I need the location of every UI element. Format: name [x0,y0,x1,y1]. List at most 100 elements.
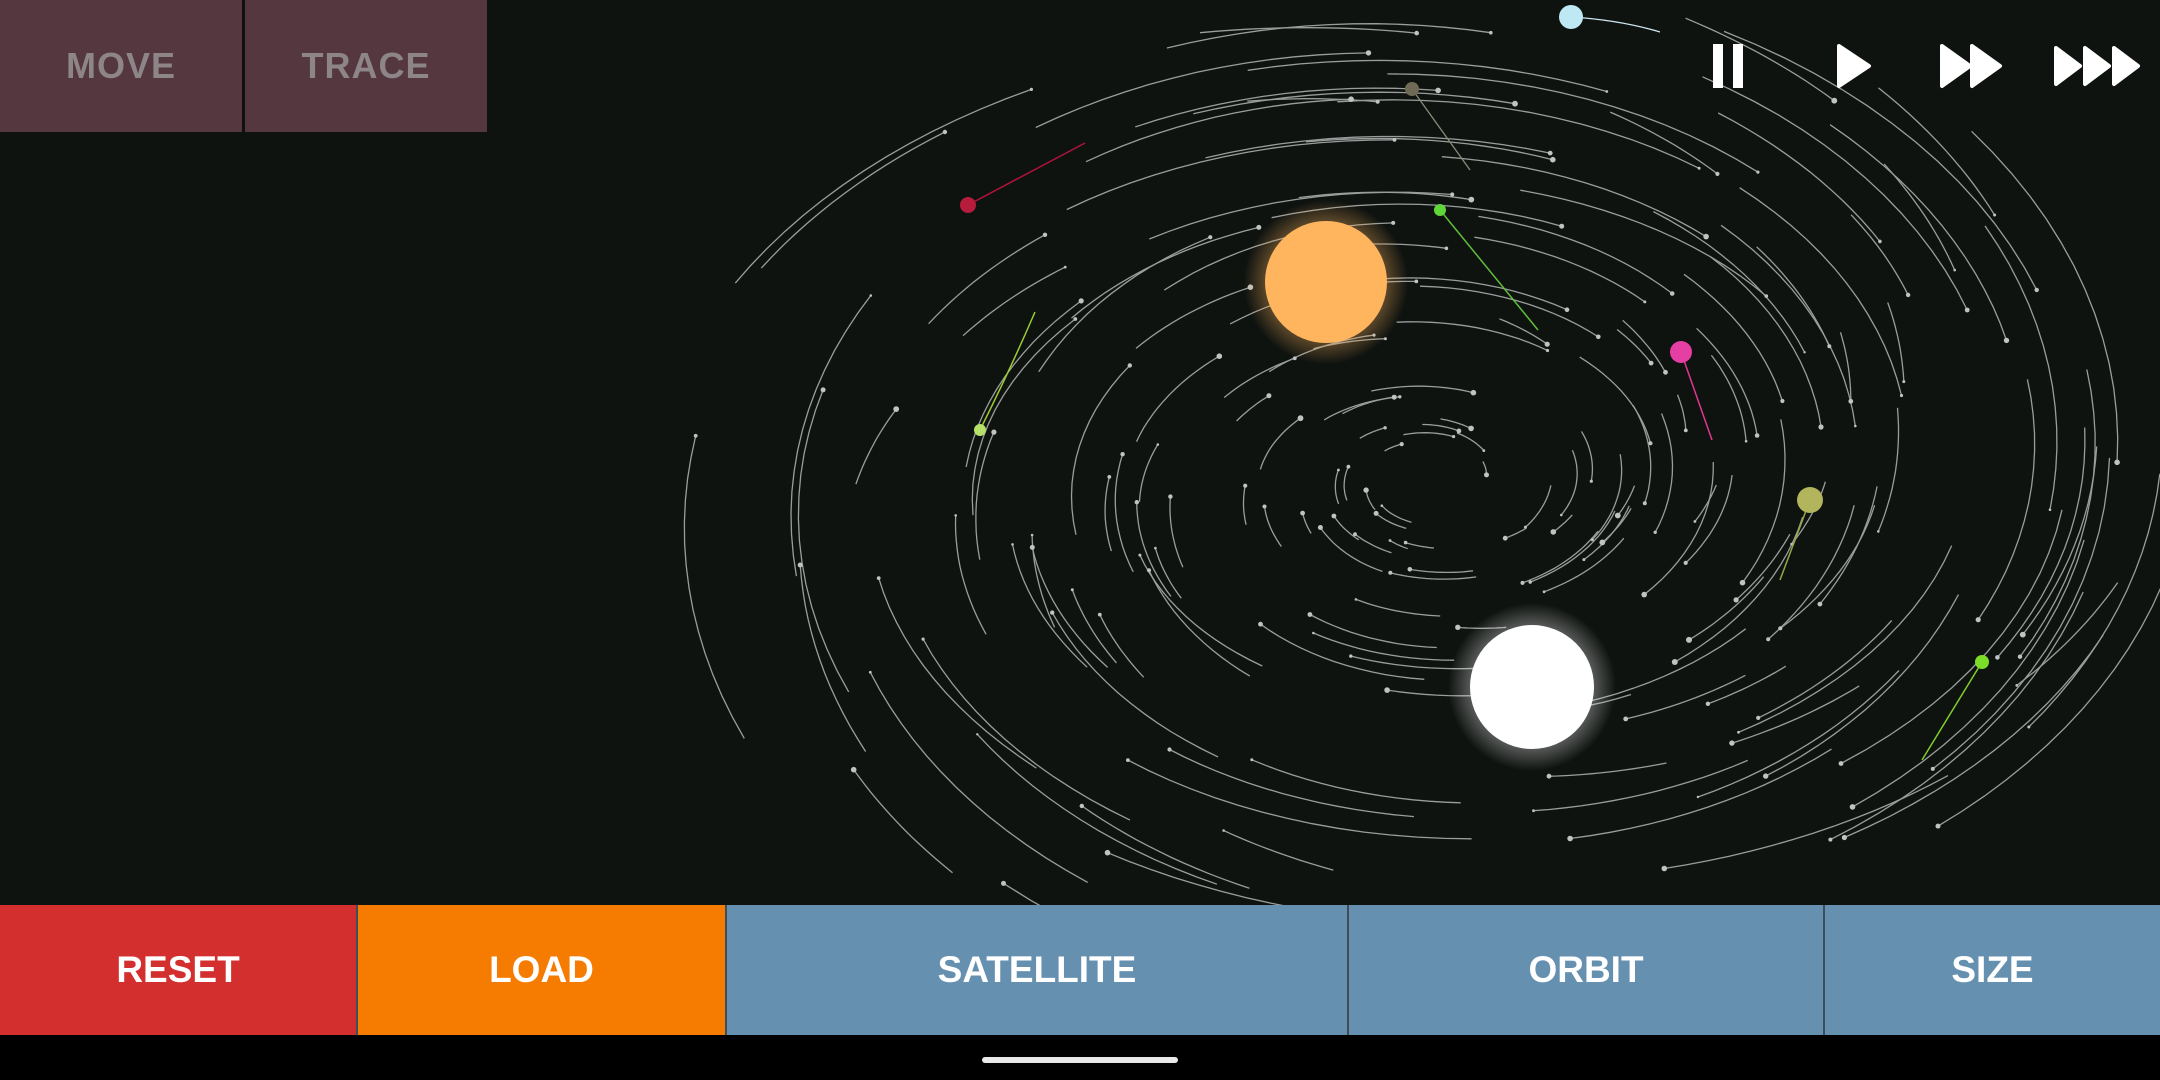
debris-particle [1764,294,1769,298]
debris-particle [1403,540,1408,545]
orbit-trail [1223,357,1296,399]
orbit-trail [1114,454,1134,573]
debris-particle [1838,761,1844,766]
play-icon[interactable] [1823,34,1885,98]
orbit-trail [1334,469,1340,505]
orbit-trail [1169,748,1414,818]
debris-particle [1050,610,1055,615]
orbit-trail [1355,598,1441,617]
orbit-button[interactable]: ORBIT [1347,905,1823,1035]
fastest-forward-icon[interactable] [2050,34,2148,98]
debris-particle [1902,380,1906,384]
orbit-trail [1697,670,1900,798]
orbit-trail [1003,882,1041,905]
debris-particle [1754,433,1760,438]
debris-particle [1250,758,1254,762]
orbit-trail [1583,505,1630,561]
orbit-trail [1685,474,1733,564]
load-button[interactable]: LOAD [356,905,725,1035]
debris-particle [1589,479,1593,483]
pink-planet[interactable] [1670,341,1692,363]
move-mode-button[interactable]: MOVE [0,0,242,132]
debris-particle [868,670,872,674]
debris-particle [1001,880,1006,886]
orbit-trail [1359,427,1386,439]
gray-planet[interactable] [1405,82,1419,96]
debris-particle [1383,426,1387,430]
orbit-trail [2028,473,2160,728]
orbit-trail [1071,226,1259,319]
orbit-trail [1136,502,1172,597]
orbit-trail [1707,665,1787,705]
debris-particle [1778,626,1783,631]
fast-forward-icon[interactable] [1934,34,2014,98]
orbit-trail [1552,514,1573,533]
orbit-trail [1694,484,1717,522]
orbit-trail [1977,379,2036,621]
orbit-trail [1422,423,1460,432]
debris-particle [1686,636,1692,643]
debris-particle [921,637,925,641]
olive-planet[interactable] [1797,487,1823,513]
orbit-trail [1877,407,1900,532]
orbit-trail [1676,394,1687,431]
debris-particle [1642,501,1647,506]
orbit-trail [928,234,1046,325]
bright-green-planet-trail [1921,661,1983,761]
orbit-trail [965,300,1082,468]
orange-sun[interactable] [1265,221,1387,343]
white-sun[interactable] [1470,625,1594,749]
debris-particle [1848,398,1854,404]
bright-green-planet[interactable] [1975,655,1989,669]
trace-mode-button[interactable]: TRACE [245,0,487,132]
debris-particle [1450,192,1455,197]
debris-particle [942,129,948,135]
debris-particle [1452,435,1456,439]
debris-particle [1414,30,1419,36]
debris-particle [1818,424,1824,430]
debris-particle [1905,292,1911,298]
orbit-trail [799,564,867,752]
satellite-button[interactable]: SATELLITE [725,905,1347,1035]
lime-planet[interactable] [974,424,986,436]
debris-particle [1596,334,1601,340]
pause-icon[interactable] [1700,34,1762,98]
debris-particle [1470,389,1477,396]
orbit-trail [1301,512,1312,534]
orbit-trail [1051,612,1219,758]
simulation-canvas[interactable] [0,0,2160,905]
debris-particle [1435,87,1441,94]
debris-particle [1388,539,1392,542]
orbit-trail [1104,476,1113,552]
orbit-trail [1524,485,1552,528]
debris-particle [1063,265,1067,269]
debris-particle [1168,494,1173,499]
orbit-trail [1066,139,1395,211]
orbit-trail [1840,509,2063,765]
debris-particle [2019,631,2026,638]
debris-particle [1349,654,1353,658]
debris-particle [1167,747,1172,752]
orbit-trail [853,769,953,874]
size-button[interactable]: SIZE [1823,905,2160,1035]
red-planet[interactable] [960,197,976,213]
orbit-trail [1342,396,1395,415]
orbit-trail [790,295,872,577]
debris-particle [1623,716,1629,722]
debris-particle [1780,398,1785,404]
debris-particle [2034,287,2039,293]
cyan-planet[interactable] [1559,5,1583,29]
reset-button[interactable]: RESET [0,905,356,1035]
debris-particle [1733,597,1739,603]
orbit-trail [1478,215,1673,295]
orbit-trail [2022,446,2098,635]
debris-particle [1663,369,1668,375]
home-indicator[interactable] [982,1057,1178,1063]
debris-particle [1614,512,1621,519]
debris-particle [1661,865,1668,872]
orbit-trail [1504,527,1527,539]
green-planet[interactable] [1434,204,1446,216]
orbit-trail [1850,214,1909,296]
orbit-trail [1135,355,1220,442]
bottom-toolbar: RESET LOAD SATELLITE ORBIT SIZE [0,905,2160,1035]
